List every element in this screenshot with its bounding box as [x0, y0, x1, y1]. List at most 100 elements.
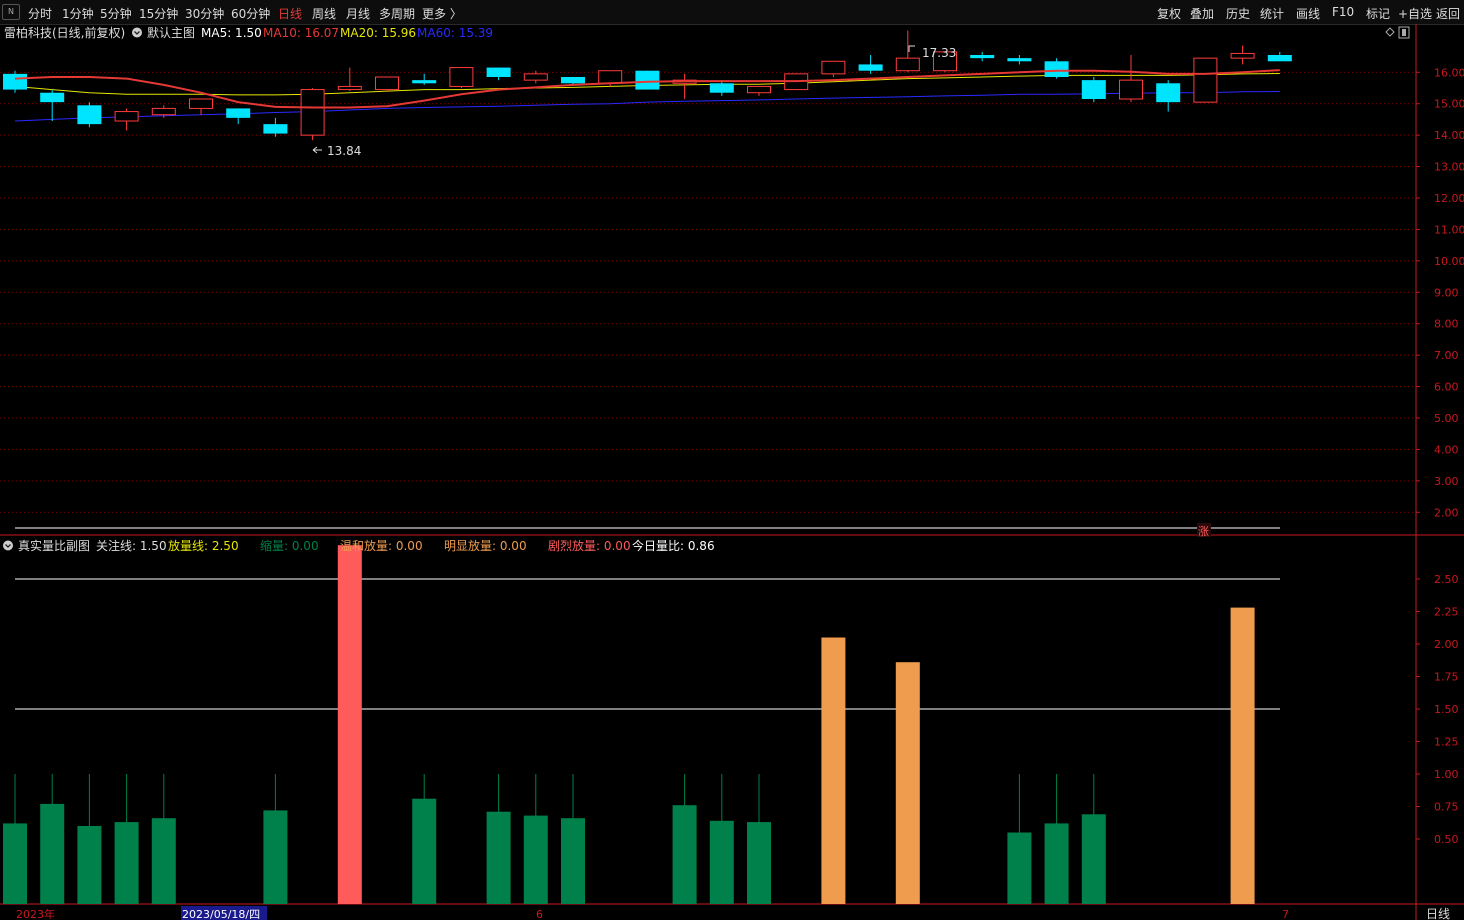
ratio-tick-label: 2.50: [1434, 573, 1459, 586]
f10-button[interactable]: F10: [1332, 5, 1354, 19]
expand-line-legend: 放量线: 2.50: [168, 538, 239, 553]
intense-legend: 剧烈放量: 0.00: [548, 538, 631, 553]
volume-ratio-panel: [3, 545, 1280, 904]
ratio-bar-shrink: [672, 805, 697, 904]
more-menu-button[interactable]: 更多 〉: [422, 5, 462, 22]
toolbar: N 分时 1分钟 5分钟 15分钟 30分钟 60分钟 日线 周线 月线 多周期…: [0, 0, 1464, 25]
template-toggle-icon[interactable]: [132, 27, 142, 38]
main-price-panel: [0, 30, 1416, 529]
fuquan-button[interactable]: 复权: [1157, 5, 1181, 22]
mark-button[interactable]: 标记: [1366, 5, 1390, 22]
ratio-bar-shrink: [114, 822, 139, 904]
ratio-bar-shrink: [561, 818, 585, 904]
candle-up: [821, 60, 846, 75]
year-label: 2023年: [16, 907, 55, 920]
candle-up: [449, 67, 474, 87]
candle-down: [226, 108, 251, 118]
candle-down: [1007, 58, 1032, 62]
ratio-bar-shrink: [1007, 832, 1032, 904]
today-ratio-legend: 今日量比: 0.86: [632, 538, 715, 553]
ratio-bar-obvious: [1230, 607, 1255, 904]
overlay-button[interactable]: 叠加: [1190, 5, 1214, 22]
candle-up: [300, 89, 325, 136]
candle-down: [561, 77, 585, 84]
candle-up: [189, 98, 213, 109]
app-logo: N: [2, 4, 20, 20]
candle-down: [486, 67, 511, 77]
ratio-bar-obvious: [895, 662, 920, 904]
volume-ratio-axis: 2.50 2.25 2.00 1.75 1.50 1.25 1.00 0.75 0.50: [1416, 573, 1459, 846]
price-tick-label: 11.00: [1434, 223, 1464, 236]
period-tab-weekly[interactable]: 周线: [312, 5, 336, 22]
ratio-bar-shrink: [263, 810, 288, 904]
candle-down: [858, 64, 883, 71]
period-tab-60min[interactable]: 60分钟: [231, 5, 270, 22]
candle-down: [1267, 55, 1292, 62]
candle-up: [598, 70, 623, 84]
candle-down: [1081, 80, 1106, 99]
low-label: 13.84: [327, 144, 361, 158]
candle-down: [1156, 83, 1181, 103]
ratio-bar-shrink: [151, 818, 176, 904]
ratio-tick-label: 1.75: [1434, 671, 1459, 684]
sub-title[interactable]: 真实量比副图: [18, 538, 90, 553]
draw-button[interactable]: 画线: [1296, 5, 1320, 22]
add-watchlist-button[interactable]: +自选: [1398, 5, 1432, 22]
back-button[interactable]: 返回: [1436, 5, 1460, 22]
ratio-bar-shrink: [412, 798, 437, 904]
obvious-legend: 明显放量: 0.00: [444, 538, 527, 553]
candle-down: [635, 70, 660, 90]
ratio-tick-label: 1.50: [1434, 703, 1459, 716]
month-6-label: 6: [536, 908, 543, 920]
limit-up-badge-text: 涨: [1198, 525, 1209, 538]
period-tab-monthly[interactable]: 月线: [346, 5, 370, 22]
candle-up: [114, 111, 139, 122]
candle-up: [337, 85, 362, 91]
ratio-bar-shrink: [3, 823, 27, 904]
ratio-tick-label: 2.25: [1434, 606, 1459, 619]
price-tick-label: 9.00: [1434, 286, 1459, 299]
price-tick-label: 3.00: [1434, 475, 1459, 488]
period-label: 日线: [1426, 907, 1450, 920]
price-tick-label: 2.00: [1434, 506, 1459, 519]
candle-down: [77, 105, 102, 125]
price-tick-label: 10.00: [1434, 255, 1464, 268]
candle-up: [895, 57, 920, 72]
candle-up: [1119, 79, 1143, 100]
candle-up: [1230, 52, 1255, 59]
period-tab-daily[interactable]: 日线: [278, 5, 302, 22]
price-tick-label: 13.00: [1434, 161, 1464, 174]
price-tick-label: 14.00: [1434, 129, 1464, 142]
period-tab-multi[interactable]: 多周期: [379, 5, 415, 22]
candle-up: [747, 85, 771, 94]
period-tab-15min[interactable]: 15分钟: [139, 5, 178, 22]
shrink-legend: 缩量: 0.00: [260, 538, 319, 553]
ratio-bar-shrink: [40, 803, 65, 904]
template-name[interactable]: 默认主图: [147, 25, 195, 40]
ratio-bar-shrink: [747, 822, 771, 904]
price-tick-label: 7.00: [1434, 349, 1459, 362]
ratio-bar-shrink: [1044, 823, 1069, 904]
price-tick-label: 5.00: [1434, 412, 1459, 425]
chart-canvas[interactable]: 16.00 15.00 14.00 13.00 12.00 11.00 10.00 9.00 8…: [0, 24, 1464, 920]
history-button[interactable]: 历史: [1226, 5, 1250, 22]
period-tab-5min[interactable]: 5分钟: [100, 5, 132, 22]
stats-button[interactable]: 统计: [1260, 5, 1284, 22]
period-tab-30min[interactable]: 30分钟: [185, 5, 224, 22]
diamond-icon[interactable]: [1385, 27, 1395, 37]
price-tick-label: 8.00: [1434, 318, 1459, 331]
candle-up: [151, 107, 176, 116]
ratio-tick-label: 1.00: [1434, 768, 1459, 781]
period-tab-1min[interactable]: 1分钟: [62, 5, 94, 22]
ma10-legend: MA10: 16.07: [263, 26, 339, 40]
ratio-tick-label: 0.75: [1434, 801, 1459, 814]
ratio-bar-obvious: [821, 637, 846, 904]
candle-up: [523, 73, 548, 81]
high-marker-arrow: [908, 45, 915, 52]
sub-toggle-icon[interactable]: [3, 540, 13, 551]
candle-down: [412, 80, 437, 84]
candle-down: [970, 55, 995, 59]
ratio-bar-shrink: [1081, 814, 1106, 904]
period-tab-fenshi[interactable]: 分时: [28, 5, 52, 22]
ratio-bar-shrink: [77, 826, 102, 904]
